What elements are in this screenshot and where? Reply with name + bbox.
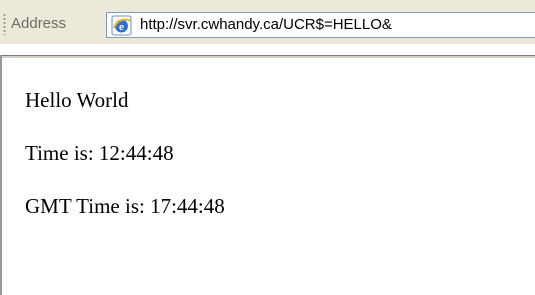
address-toolbar: Address e http://svr.cwhandy.ca/UCR$=HEL…	[0, 0, 535, 44]
content-divider-inner	[0, 56, 535, 58]
url-text[interactable]: http://svr.cwhandy.ca/UCR$=HELLO&	[140, 16, 392, 34]
svg-text:e: e	[119, 21, 124, 33]
page-content: Hello World Time is: 12:44:48 GMT Time i…	[25, 88, 225, 247]
local-time-text: Time is: 12:44:48	[25, 141, 174, 165]
ie-page-icon: e	[111, 15, 132, 36]
browser-window: Address e http://svr.cwhandy.ca/UCR$=HEL…	[0, 0, 535, 295]
gmt-time-text: GMT Time is: 17:44:48	[25, 194, 225, 218]
address-label: Address	[11, 15, 67, 32]
hello-text: Hello World	[25, 88, 129, 112]
toolbar-grip[interactable]	[3, 13, 6, 35]
content-left-edge	[0, 55, 2, 295]
address-input[interactable]: e http://svr.cwhandy.ca/UCR$=HELLO&	[106, 12, 535, 38]
